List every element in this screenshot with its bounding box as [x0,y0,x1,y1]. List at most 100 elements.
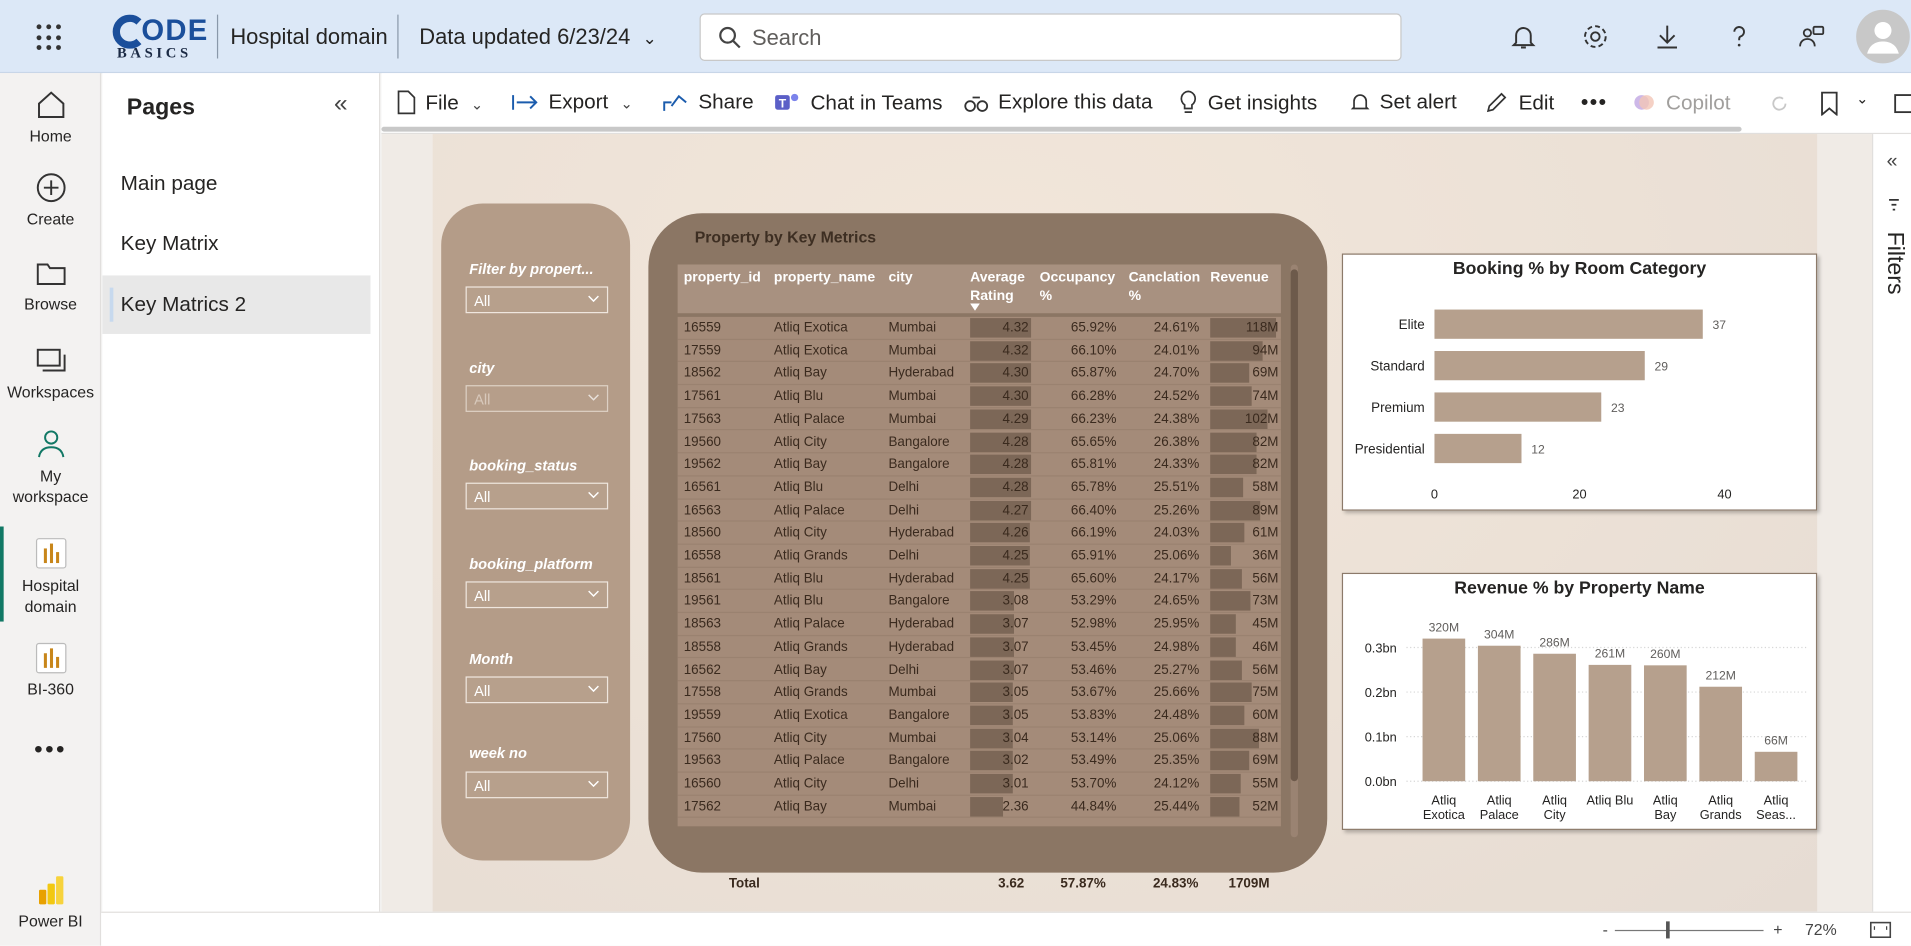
table-row[interactable]: 17561 Atliq Blu Mumbai 4.30 66.28% 24.52% 74M [677,385,1281,409]
table-cell: 118M [1245,320,1279,336]
avatar[interactable] [1856,9,1910,64]
column-header[interactable]: Canclation % [1129,269,1202,306]
data-label: 23 [1611,401,1625,415]
chevron-down-icon[interactable]: ⌄ [1856,90,1868,119]
set-alert-button[interactable]: Set alert [1350,90,1457,119]
feedback-icon[interactable] [1796,22,1825,51]
fit-page-icon[interactable] [1869,920,1892,940]
table-row[interactable]: 18562 Atliq Bay Hyderabad 4.30 65.87% 24.70% 6… [677,362,1281,386]
bookmark-icon[interactable] [1820,91,1840,116]
table-row[interactable]: 16563 Atliq Palace Delhi 4.27 66.40% 25.26% 89… [677,499,1281,522]
page-item-key-matrix[interactable]: Key Matrix [102,215,370,274]
table-row[interactable]: 16561 Atliq Blu Delhi 4.28 65.78% 25.51% 58M [677,476,1281,500]
filters-pane-collapsed[interactable]: « Filters [1872,134,1911,912]
page-item-key-matrics-2[interactable]: Key Matrics 2 [102,275,371,334]
table-row[interactable]: 18561 Atliq Blu Hyderabad 4.25 65.60% 24.17% 5… [677,568,1281,591]
copilot-button[interactable]: Copilot [1632,90,1731,119]
table-row[interactable]: 16558 Atliq Grands Delhi 4.25 65.91% 25.06% 36… [677,545,1281,568]
rail-home[interactable]: Home [0,88,101,145]
column-header[interactable]: city [888,269,912,287]
slicer-month-dropdown[interactable]: All [465,676,609,704]
data-label: 66M [1764,733,1788,747]
column-header[interactable]: property_id [684,269,761,287]
x-tick-label: City [1544,807,1567,822]
slicer-booking-status-dropdown[interactable]: All [465,482,609,510]
table-row[interactable]: 17562 Atliq Bay Mumbai 2.36 44.84% 25.44% 52M [677,795,1281,819]
table-scrollbar[interactable] [1290,264,1298,838]
table-row[interactable]: 16560 Atliq City Delhi 3.01 53.70% 24.12% 55M [677,773,1281,796]
table-row[interactable]: 17558 Atliq Grands Mumbai 3.05 53.67% 25.66% 7… [677,682,1281,705]
get-insights-button[interactable]: Get insights [1179,90,1317,119]
download-icon[interactable] [1653,22,1682,51]
booking-by-room-chart[interactable]: Booking % by Room Category Elite 37 Standa… [1341,253,1818,511]
more-icon[interactable]: ••• [0,736,101,764]
table-row[interactable]: 19559 Atliq Exotica Bangalore 3.05 53.83% 24.… [677,704,1281,728]
table-row[interactable]: 18560 Atliq City Hyderabad 4.26 66.19% 24.03%… [677,522,1281,545]
zoom-level[interactable]: 72% [1805,920,1837,938]
rail-label: Workspaces [7,382,95,401]
app-launcher-icon[interactable] [36,24,64,51]
table-cell: 52.98% [1070,616,1117,632]
expand-icon[interactable]: « [1887,151,1898,173]
powerbi-home[interactable]: Power BI [0,873,101,930]
table-cell: 65.65% [1070,434,1117,450]
table-row[interactable]: 17560 Atliq City Mumbai 3.04 53.14% 25.06% 88M [677,727,1281,750]
table-row[interactable]: 19561 Atliq Blu Bangalore 3.08 53.29% 24.65% 7… [677,590,1281,614]
more-options-icon[interactable]: ••• [1581,90,1608,119]
table-row[interactable]: 16562 Atliq Bay Delhi 3.07 53.46% 25.27% 56M [677,659,1281,682]
table-cell: 94M [1252,343,1279,358]
bell-icon[interactable] [1509,22,1538,51]
table-cell: Atliq Blu [773,388,824,404]
zoom-slider-thumb[interactable] [1666,921,1670,939]
toolbar-scrollbar[interactable] [381,126,1742,132]
chat-in-teams-button[interactable]: T Chat in Teams [774,90,943,119]
slicer-city-dropdown[interactable]: All [465,385,609,412]
table-row[interactable]: 17563 Atliq Palace Mumbai 4.29 66.23% 24.38% 1… [677,408,1281,431]
view-icon[interactable] [1893,93,1911,115]
column-header[interactable]: Revenue [1210,269,1268,287]
column-header[interactable]: Occupancy % [1040,269,1120,306]
table-row[interactable]: 18558 Atliq Grands Hyderabad 3.07 53.45% 24.9… [677,636,1281,659]
search-input[interactable] [751,24,1362,52]
rail-my-workspace[interactable]: My workspace [0,427,101,507]
workspaces-icon [36,348,65,372]
search-box[interactable] [699,13,1402,61]
gear-icon[interactable] [1581,22,1610,51]
scroll-thumb[interactable] [1290,269,1298,782]
table-row[interactable]: 19563 Atliq Palace Bangalore 3.02 53.49% 25.3… [677,750,1281,773]
table-cell: Delhi [888,662,920,678]
slicer-booking-platform-dropdown[interactable]: All [465,581,609,609]
slicer-property-dropdown[interactable]: All [465,286,609,314]
workspace-title[interactable]: Hospital domain [230,24,387,50]
total-revenue: 1709M [1228,876,1270,891]
total-label: Total [728,876,760,891]
column-header[interactable]: Average Rating [970,269,1033,306]
revenue-by-property-chart[interactable]: Revenue % by Property Name 0.0bn 0.1bn 0.2… [1341,572,1818,830]
slicer-week-dropdown[interactable]: All [465,771,609,799]
rail-hospital-domain[interactable]: Hospital domain [0,536,101,616]
page-item-main[interactable]: Main page [102,155,370,214]
column-header[interactable]: property_name [774,269,875,287]
zoom-out-button[interactable]: - [1603,920,1608,938]
zoom-in-button[interactable]: + [1773,920,1782,938]
table-row[interactable]: 18563 Atliq Palace Hyderabad 3.07 52.98% 25.9… [677,613,1281,636]
zoom-slider[interactable] [1614,929,1764,932]
table-row[interactable]: 19562 Atliq Bay Bangalore 4.28 65.81% 24.33% 8… [677,454,1281,477]
help-icon[interactable] [1725,22,1754,51]
file-menu[interactable]: File ⌄ [396,90,483,119]
rail-create[interactable]: Create [0,171,101,228]
refresh-icon[interactable] [1768,93,1790,115]
rail-bi-360[interactable]: BI-360 [0,641,101,698]
table-row[interactable]: 19560 Atliq City Bangalore 4.28 65.65% 26.38%… [677,431,1281,454]
export-menu[interactable]: Export ⌄ [512,90,633,119]
explore-data-button[interactable]: Explore this data [964,90,1152,119]
edit-button[interactable]: Edit [1484,90,1554,119]
share-button[interactable]: Share [662,90,754,119]
table-cell: 18561 [683,571,722,586]
rail-browse[interactable]: Browse [0,256,101,313]
data-updated-dropdown[interactable]: Data updated 6/23/24 ⌄ [419,24,657,50]
table-row[interactable]: 17559 Atliq Exotica Mumbai 4.32 66.10% 24.01%… [677,340,1281,363]
collapse-pane-icon[interactable]: « [334,90,348,118]
rail-workspaces[interactable]: Workspaces [0,344,101,401]
table-row[interactable]: 16559 Atliq Exotica Mumbai 4.32 65.92% 24.61%… [677,317,1281,340]
